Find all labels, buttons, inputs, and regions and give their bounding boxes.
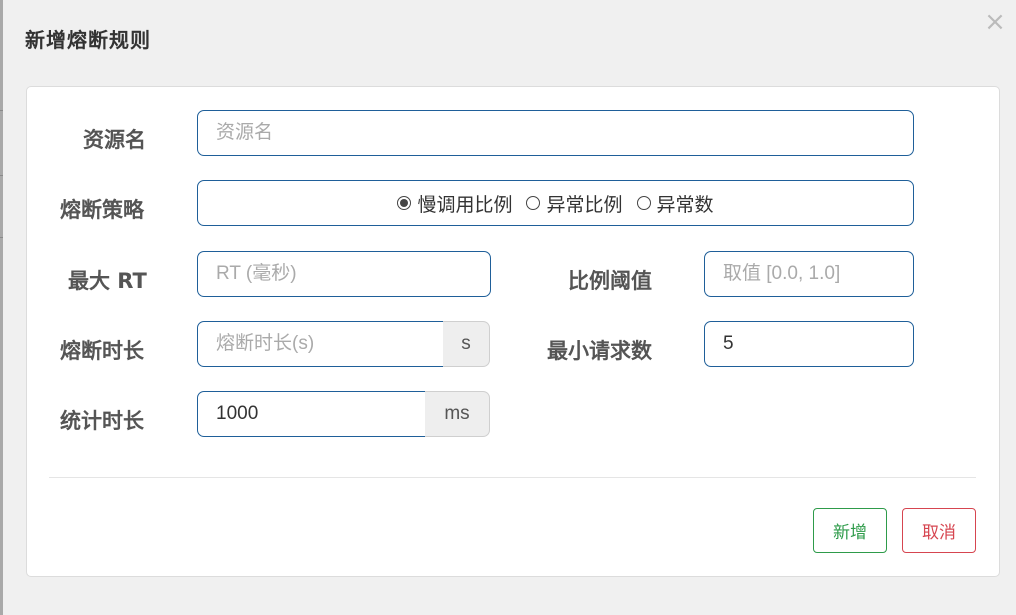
radio-checked-icon [397,196,412,210]
resource-name-input[interactable] [197,110,914,156]
time-window-label: 熔断时长 [60,339,144,363]
max-rt-input[interactable] [197,251,491,297]
background-divider [0,237,3,238]
background-divider [0,110,3,111]
ratio-threshold-input[interactable] [704,251,914,297]
radio-error-ratio-label: 异常比例 [546,193,623,216]
stat-interval-label: 统计时长 [60,409,144,433]
resource-name-label: 资源名 [83,128,146,152]
strategy-radio-group: 慢调用比例 异常比例 异常数 [197,180,914,226]
min-request-label: 最小请求数 [547,339,652,363]
background-window-edge [0,0,3,615]
radio-slow-ratio[interactable]: 慢调用比例 [397,190,512,217]
time-window-input[interactable] [197,321,444,367]
radio-unchecked-icon [636,196,651,210]
radio-unchecked-icon [526,196,541,210]
background-divider [0,175,3,176]
stat-interval-input[interactable] [197,391,426,437]
time-window-unit: s [443,321,490,367]
dialog-title: 新增熔断规则 [25,28,151,52]
stat-interval-unit: ms [425,391,490,437]
ratio-threshold-label: 比例阈值 [568,269,652,293]
radio-error-ratio[interactable]: 异常比例 [526,190,623,217]
cancel-button[interactable]: 取消 [902,508,976,553]
form-divider [49,477,976,478]
strategy-label: 熔断策略 [60,198,144,222]
max-rt-label: 最大 RT [68,269,147,293]
close-icon[interactable]: × [982,8,1008,36]
radio-slow-ratio-label: 慢调用比例 [417,193,513,216]
radio-error-count-label: 异常数 [656,193,714,216]
add-button[interactable]: 新增 [813,508,887,553]
rule-form-card: 资源名 熔断策略 慢调用比例 异常比例 异常数 最大 RT 比例阈值 熔断时长 … [26,86,1000,577]
min-request-input[interactable] [704,321,914,367]
radio-error-count[interactable]: 异常数 [636,190,714,217]
